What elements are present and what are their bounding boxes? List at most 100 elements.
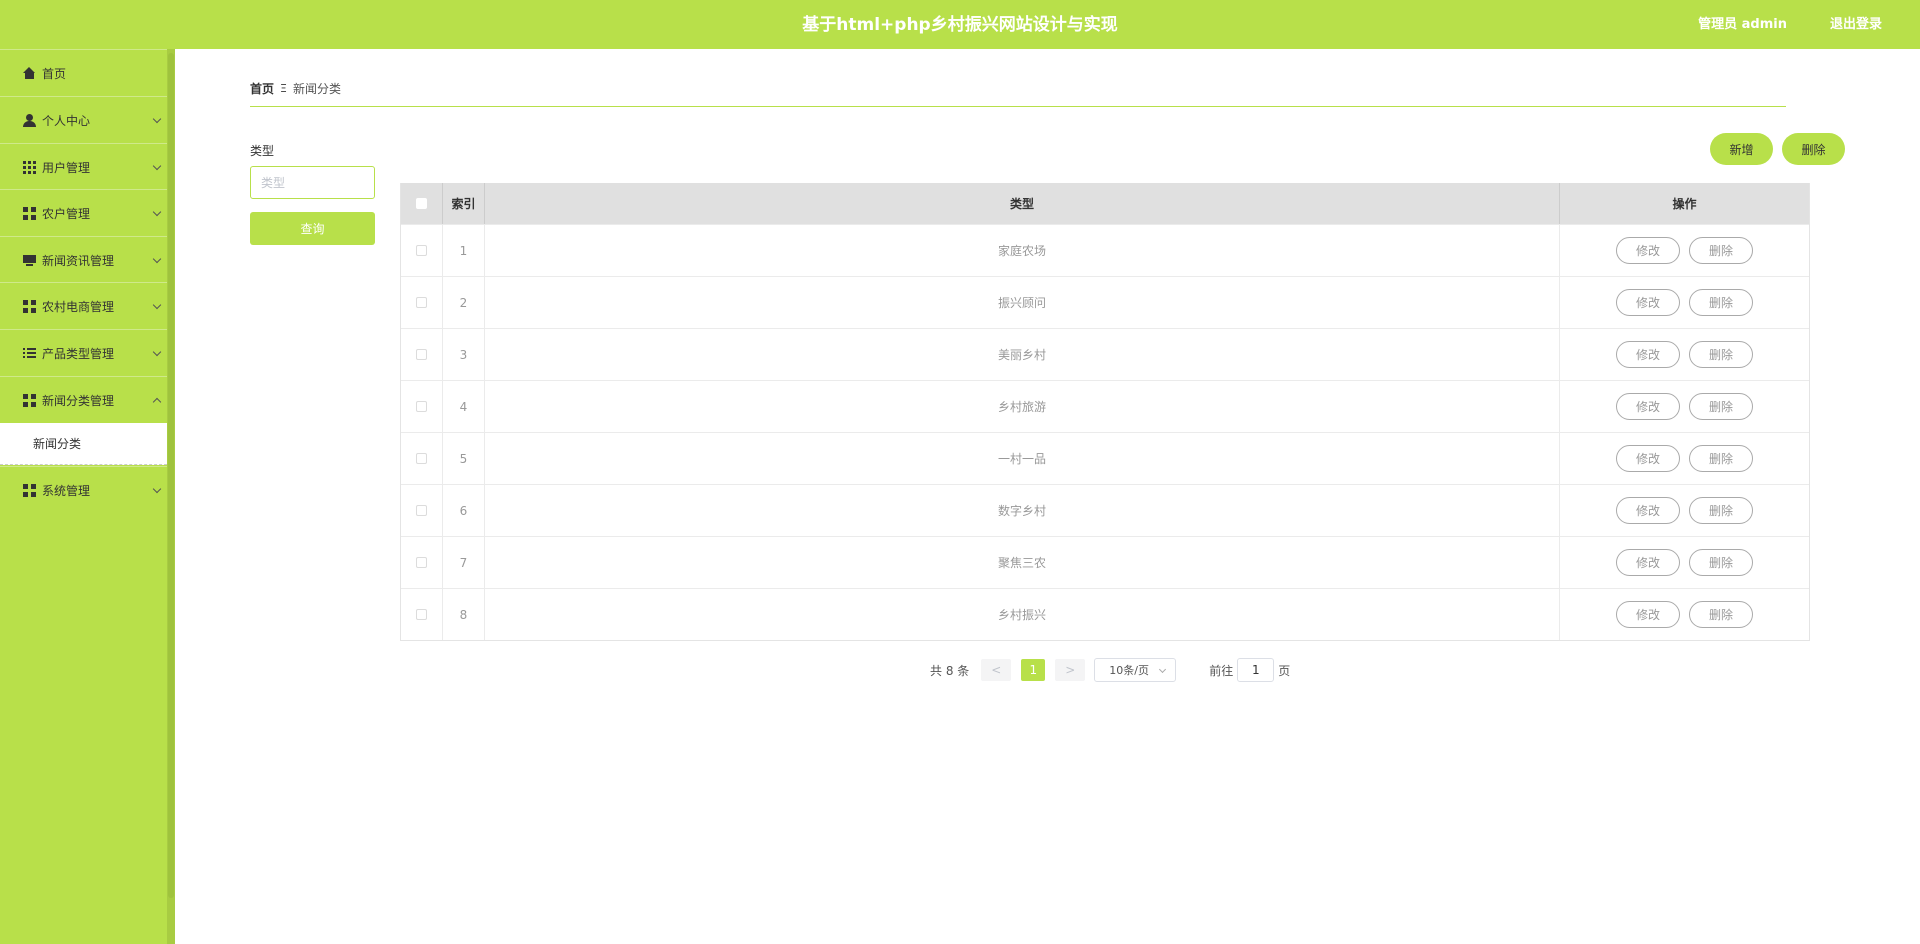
page-size-select[interactable]: 10条/页 bbox=[1094, 658, 1177, 682]
page-size-value: 10条/页 bbox=[1109, 664, 1149, 677]
batch-delete-button[interactable]: 删除 bbox=[1782, 133, 1845, 165]
delete-button[interactable]: 删除 bbox=[1689, 237, 1753, 264]
row-index: 5 bbox=[443, 433, 485, 484]
breadcrumb-divider bbox=[250, 106, 1786, 107]
header-type: 类型 bbox=[485, 183, 1560, 224]
edit-button[interactable]: 修改 bbox=[1616, 237, 1680, 264]
delete-button[interactable]: 删除 bbox=[1689, 289, 1753, 316]
goto-unit: 页 bbox=[1278, 663, 1291, 678]
row-ops: 修改 删除 bbox=[1560, 381, 1809, 432]
goto-page-input[interactable] bbox=[1237, 658, 1275, 682]
table-row: 1 家庭农场 修改 删除 bbox=[401, 224, 1809, 276]
row-type: 一村一品 bbox=[485, 433, 1560, 484]
row-checkbox-cell bbox=[401, 433, 443, 484]
row-checkbox[interactable] bbox=[416, 297, 427, 308]
add-button[interactable]: 新增 bbox=[1710, 133, 1773, 165]
row-checkbox[interactable] bbox=[416, 557, 427, 568]
category-table: 索引 类型 操作 1 家庭农场 修改 删除 2 振兴顾问 修改 删除 3 美丽乡村 修改 删除 4 乡村旅… bbox=[400, 183, 1810, 641]
row-ops: 修改 删除 bbox=[1560, 537, 1809, 588]
row-index: 4 bbox=[443, 381, 485, 432]
sidebar-item-label: 农村电商管理 bbox=[42, 299, 115, 314]
sidebar-item-news[interactable]: 新闻资讯管理 bbox=[0, 236, 172, 283]
home-icon bbox=[23, 66, 36, 80]
row-checkbox[interactable] bbox=[416, 245, 427, 256]
user-icon bbox=[23, 113, 36, 127]
submenu-item-news-category[interactable]: 新闻分类 bbox=[0, 423, 172, 465]
delete-button[interactable]: 删除 bbox=[1689, 341, 1753, 368]
delete-button[interactable]: 删除 bbox=[1689, 549, 1753, 576]
prev-page-button[interactable]: < bbox=[981, 659, 1012, 681]
chevron-down-icon bbox=[1159, 665, 1167, 674]
edit-button[interactable]: 修改 bbox=[1616, 341, 1680, 368]
pagination-total: 共 8 条 bbox=[930, 663, 970, 678]
pagination: 共 8 条 < 1 > 10条/页 前往 页 bbox=[930, 658, 1290, 682]
sidebar-item-product-types[interactable]: 产品类型管理 bbox=[0, 329, 172, 376]
top-header: 基于html+php乡村振兴网站设计与实现 管理员 admin 退出登录 bbox=[0, 0, 1920, 49]
sidebar: 首页 个人中心 用户管理 农户管理 新闻资讯管理 农村电商管理 产品类型管理 新… bbox=[0, 49, 175, 944]
delete-button[interactable]: 删除 bbox=[1689, 497, 1753, 524]
sidebar-item-users[interactable]: 用户管理 bbox=[0, 143, 172, 190]
select-all-checkbox[interactable] bbox=[416, 198, 427, 209]
table-row: 4 乡村旅游 修改 删除 bbox=[401, 380, 1809, 432]
page-number-button[interactable]: 1 bbox=[1021, 659, 1046, 681]
list-icon bbox=[23, 346, 36, 360]
edit-button[interactable]: 修改 bbox=[1616, 393, 1680, 420]
row-checkbox[interactable] bbox=[416, 401, 427, 412]
sidebar-item-label: 新闻资讯管理 bbox=[42, 253, 115, 268]
row-ops: 修改 删除 bbox=[1560, 329, 1809, 380]
edit-button[interactable]: 修改 bbox=[1616, 497, 1680, 524]
edit-button[interactable]: 修改 bbox=[1616, 445, 1680, 472]
chevron-down-icon bbox=[152, 161, 162, 171]
row-checkbox-cell bbox=[401, 277, 443, 328]
grid-icon bbox=[23, 393, 36, 407]
sidebar-item-system[interactable]: 系统管理 bbox=[0, 466, 172, 513]
delete-button[interactable]: 删除 bbox=[1689, 393, 1753, 420]
goto-label: 前往 bbox=[1209, 663, 1234, 678]
row-checkbox[interactable] bbox=[416, 609, 427, 620]
breadcrumb-current: 新闻分类 bbox=[292, 82, 341, 96]
chevron-down-icon bbox=[152, 484, 162, 494]
monitor-icon bbox=[23, 254, 36, 267]
sidebar-item-ecommerce[interactable]: 农村电商管理 bbox=[0, 282, 172, 329]
sidebar-item-home[interactable]: 首页 bbox=[0, 49, 172, 96]
edit-button[interactable]: 修改 bbox=[1616, 289, 1680, 316]
row-checkbox-cell bbox=[401, 485, 443, 536]
sidebar-item-label: 首页 bbox=[42, 66, 67, 81]
header-checkbox-cell bbox=[401, 183, 443, 224]
breadcrumb: 首页 Ξ 新闻分类 bbox=[250, 80, 341, 97]
table-row: 2 振兴顾问 修改 删除 bbox=[401, 276, 1809, 328]
table-row: 7 聚焦三农 修改 删除 bbox=[401, 536, 1809, 588]
sidebar-item-news-categories[interactable]: 新闻分类管理 bbox=[0, 376, 172, 423]
breadcrumb-home[interactable]: 首页 bbox=[250, 80, 274, 97]
header-index: 索引 bbox=[443, 183, 485, 224]
breadcrumb-separator-icon: Ξ bbox=[280, 82, 287, 95]
sidebar-item-profile[interactable]: 个人中心 bbox=[0, 96, 172, 143]
next-page-button[interactable]: > bbox=[1055, 659, 1086, 681]
row-ops: 修改 删除 bbox=[1560, 225, 1809, 276]
chevron-down-icon bbox=[152, 114, 162, 124]
row-ops: 修改 删除 bbox=[1560, 277, 1809, 328]
scrollbar-thumb[interactable] bbox=[168, 53, 174, 898]
current-user: 管理员 admin bbox=[1698, 17, 1787, 32]
sidebar-scrollbar[interactable] bbox=[167, 49, 175, 944]
delete-button[interactable]: 删除 bbox=[1689, 601, 1753, 628]
row-checkbox[interactable] bbox=[416, 453, 427, 464]
grid-icon bbox=[23, 299, 36, 313]
row-checkbox-cell bbox=[401, 329, 443, 380]
edit-button[interactable]: 修改 bbox=[1616, 549, 1680, 576]
edit-button[interactable]: 修改 bbox=[1616, 601, 1680, 628]
row-checkbox[interactable] bbox=[416, 349, 427, 360]
table-row: 5 一村一品 修改 删除 bbox=[401, 432, 1809, 484]
row-checkbox[interactable] bbox=[416, 505, 427, 516]
sidebar-item-label: 农户管理 bbox=[42, 206, 91, 221]
header-ops: 操作 bbox=[1672, 197, 1697, 211]
row-index: 8 bbox=[443, 589, 485, 640]
sidebar-item-label: 新闻分类管理 bbox=[42, 393, 115, 408]
logout-button[interactable]: 退出登录 bbox=[1830, 0, 1882, 49]
sidebar-item-farmers[interactable]: 农户管理 bbox=[0, 189, 172, 236]
type-filter-input[interactable] bbox=[250, 166, 375, 199]
query-button[interactable]: 查询 bbox=[250, 212, 375, 245]
delete-button[interactable]: 删除 bbox=[1689, 445, 1753, 472]
row-type: 乡村旅游 bbox=[485, 381, 1560, 432]
row-checkbox-cell bbox=[401, 225, 443, 276]
